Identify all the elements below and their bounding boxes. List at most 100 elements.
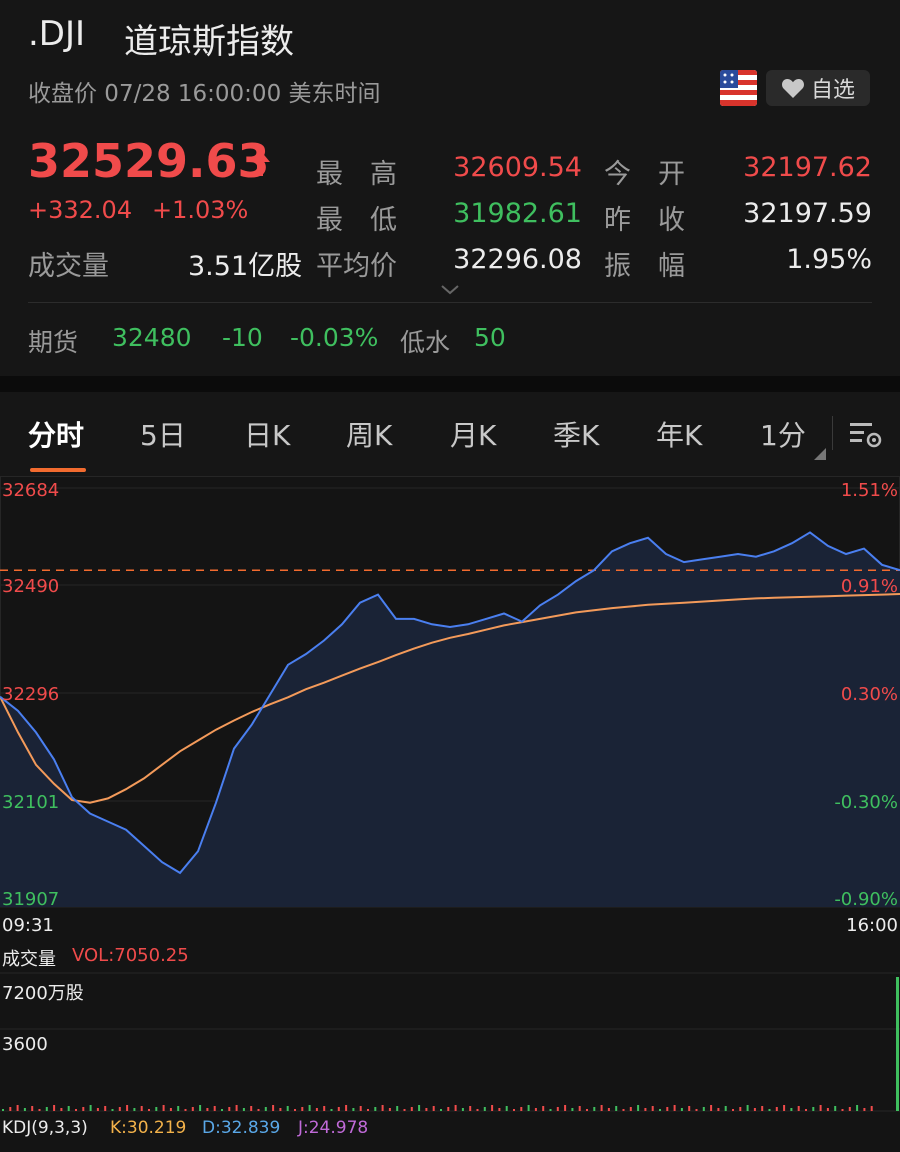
quote-header: .DJI 道琼斯指数 收盘价 07/28 16:00:00 美东时间 自选 32…	[0, 0, 900, 376]
volume-bar	[96, 1108, 99, 1111]
volume-bar	[695, 1109, 698, 1111]
volume-bar	[768, 1109, 771, 1111]
volume-bar	[75, 1109, 77, 1111]
close-status: 收盘价 07/28 16:00:00 美东时间	[28, 81, 381, 107]
volume-bar	[418, 1105, 421, 1111]
kdj-j-value: J:24.978	[298, 1118, 369, 1138]
y-tick-right: -0.90%	[834, 889, 898, 910]
volume-bar	[396, 1106, 399, 1111]
volume-bar	[330, 1109, 333, 1111]
volume-bar	[856, 1105, 859, 1111]
volume-bar	[556, 1107, 559, 1111]
volume-bar	[710, 1105, 713, 1111]
volume-bar	[67, 1106, 70, 1111]
volume-bar	[761, 1106, 764, 1111]
volume-bar	[169, 1108, 172, 1111]
futures-change: -10	[222, 323, 263, 352]
y-tick-left: 32684	[2, 480, 60, 501]
volume-bar	[228, 1107, 231, 1111]
volume-bar	[520, 1107, 523, 1111]
tab-yearly-k[interactable]: 年K	[656, 414, 702, 454]
volume-bar	[162, 1105, 165, 1111]
volume-bar	[644, 1108, 647, 1111]
x-tick-start: 09:31	[2, 915, 54, 936]
volume-bar	[732, 1109, 734, 1111]
price-change-pct: +1.03%	[152, 196, 249, 224]
add-favorite-button[interactable]: 自选	[766, 70, 870, 106]
volume-bar	[2, 1109, 4, 1111]
volume-label: 成交量	[28, 251, 109, 282]
avg-label: 平均价	[316, 251, 397, 282]
volume-bar	[666, 1107, 669, 1111]
tab-monthly-k[interactable]: 月K	[450, 414, 496, 454]
volume-bar	[60, 1108, 63, 1111]
volume-bar	[651, 1106, 654, 1111]
tab-weekly-k[interactable]: 周K	[346, 414, 392, 454]
kdj-label: KDJ(9,3,3)	[2, 1118, 88, 1138]
volume-bar	[16, 1105, 19, 1111]
volume-bar	[659, 1109, 661, 1111]
volume-bar	[89, 1105, 92, 1111]
volume-bar	[308, 1105, 311, 1111]
chart-canvas	[0, 477, 900, 1112]
volume-bar	[863, 1108, 866, 1111]
intraday-chart[interactable]: 32684 32490 32296 32101 31907 1.51% 0.91…	[0, 477, 900, 1138]
volume-bar	[242, 1108, 245, 1111]
low-value: 31982.61	[453, 198, 582, 229]
volume-bar	[724, 1106, 727, 1111]
prev-close-label: 昨 收	[604, 205, 685, 236]
volume-bar	[571, 1108, 574, 1111]
volume-bar	[461, 1108, 464, 1111]
avg-value: 32296.08	[453, 244, 582, 275]
volume-bar	[746, 1105, 749, 1111]
y-tick-right: 0.91%	[840, 576, 898, 597]
volume-bar	[45, 1107, 48, 1111]
symbol-code: .DJI	[28, 14, 86, 54]
tab-daily-k[interactable]: 日K	[244, 414, 290, 454]
dropdown-corner-icon	[814, 448, 826, 460]
volume-bar	[841, 1109, 844, 1111]
heart-icon	[782, 79, 804, 98]
volume-bar	[337, 1107, 340, 1111]
volume-bar	[629, 1107, 632, 1111]
open-value: 32197.62	[743, 152, 872, 183]
volume-bar	[184, 1109, 187, 1111]
volume-bar	[235, 1105, 238, 1111]
volume-bar	[104, 1106, 107, 1111]
kdj-d-value: D:32.839	[202, 1118, 281, 1138]
open-label: 今 开	[604, 159, 685, 190]
volume-bar	[221, 1109, 223, 1111]
volume-bar	[250, 1106, 253, 1111]
futures-label: 期货	[28, 328, 79, 357]
volume-bar	[586, 1109, 588, 1111]
expand-chevron-icon[interactable]	[440, 284, 460, 296]
volume-bar	[505, 1106, 508, 1111]
volume-bar	[367, 1109, 369, 1111]
volume-bar	[264, 1107, 267, 1111]
volume-bar	[578, 1106, 581, 1111]
tab-timeshare[interactable]: 分时	[28, 414, 84, 454]
basis-label: 低水	[400, 328, 451, 357]
volume-mid-tick: 3600	[2, 1034, 48, 1055]
tab-1min[interactable]: 1分	[760, 414, 806, 454]
volume-bar	[155, 1107, 158, 1111]
volume-bar	[272, 1105, 275, 1111]
volume-bar	[388, 1108, 391, 1111]
volume-bar	[126, 1105, 129, 1111]
tab-quarterly-k[interactable]: 季K	[553, 414, 599, 454]
volume-bar	[118, 1107, 121, 1111]
volume-bar	[491, 1105, 494, 1111]
volume-bar	[615, 1106, 618, 1111]
tab-5day[interactable]: 5日	[140, 414, 186, 454]
volume-bar	[622, 1109, 625, 1111]
up-arrow-icon	[250, 150, 270, 176]
chart-settings-icon[interactable]	[848, 418, 884, 450]
volume-bar	[425, 1108, 428, 1111]
volume-bar	[447, 1107, 450, 1111]
volume-bar	[148, 1109, 150, 1111]
volume-bar	[848, 1107, 851, 1111]
volume-bar	[469, 1106, 472, 1111]
volume-bar	[739, 1107, 742, 1111]
y-tick-right: 1.51%	[840, 480, 898, 501]
volume-bar	[534, 1108, 537, 1111]
